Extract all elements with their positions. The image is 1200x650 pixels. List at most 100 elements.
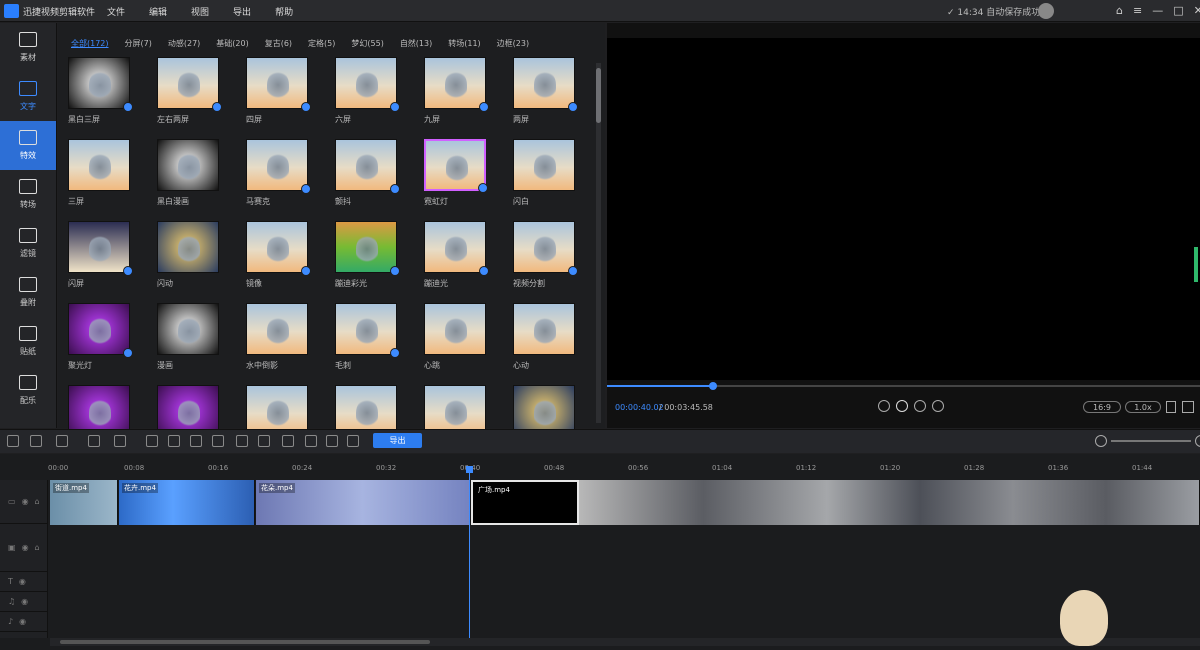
download-icon[interactable]: [212, 102, 222, 112]
effect-item[interactable]: 漫画: [157, 303, 246, 380]
effect-item[interactable]: 聚光灯: [68, 303, 157, 380]
effect-item[interactable]: 蹦迪光: [424, 221, 513, 298]
playback-speed-select[interactable]: 1.0x: [1125, 401, 1161, 413]
effects-scrollbar-thumb[interactable]: [596, 68, 601, 123]
effect-item[interactable]: 闪屏: [68, 221, 157, 298]
effect-item[interactable]: 水中倒影: [246, 303, 335, 380]
download-icon[interactable]: [568, 102, 578, 112]
zoom-slider[interactable]: [1111, 440, 1191, 442]
menu-export[interactable]: 导出: [233, 5, 251, 18]
video-track[interactable]: 街道.mp4 花卉.mp4 花朵.mp4 广场.mp4: [50, 480, 1200, 525]
fullscreen-icon[interactable]: [1182, 401, 1194, 413]
sidebar-item-sticker[interactable]: 贴纸: [0, 317, 56, 366]
speed-icon[interactable]: [236, 435, 248, 447]
tab-nature[interactable]: 自然(13): [400, 38, 432, 49]
previous-icon[interactable]: [878, 400, 890, 412]
sidebar-item-text[interactable]: 文字: [0, 72, 56, 121]
download-icon[interactable]: [301, 184, 311, 194]
sidebar-item-effects[interactable]: 特效: [0, 121, 56, 170]
export-button[interactable]: 导出: [373, 433, 422, 448]
effect-item[interactable]: 颤抖: [335, 139, 424, 216]
maximize-icon[interactable]: □: [1173, 4, 1183, 17]
close-icon[interactable]: ✕: [1194, 4, 1200, 17]
stop-icon[interactable]: [932, 400, 944, 412]
timeline-ruler[interactable]: 00:00 00:08 00:16 00:24 00:32 00:40 00:4…: [48, 464, 1198, 476]
lock-icon[interactable]: ⌂: [35, 543, 40, 552]
tab-split[interactable]: 分屏(7): [125, 38, 152, 49]
playhead-line[interactable]: [469, 470, 470, 640]
sidebar-item-music[interactable]: 配乐: [0, 366, 56, 415]
lock-icon[interactable]: ⌂: [35, 497, 40, 506]
download-icon[interactable]: [301, 266, 311, 276]
effect-item[interactable]: 心跳: [424, 303, 513, 380]
effect-item[interactable]: 三屏: [68, 139, 157, 216]
timeline-clip[interactable]: 花卉.mp4: [119, 480, 255, 525]
mosaic-icon[interactable]: [190, 435, 202, 447]
tab-freeze[interactable]: 定格(5): [308, 38, 335, 49]
tab-transition[interactable]: 转场(11): [448, 38, 480, 49]
visibility-icon[interactable]: ◉: [22, 543, 29, 552]
preview-progress-knob[interactable]: [709, 382, 717, 390]
effect-item[interactable]: 黑白漫画: [157, 139, 246, 216]
aspect-ratio-select[interactable]: 16:9: [1083, 401, 1121, 413]
sidebar-item-overlay[interactable]: 叠附: [0, 268, 56, 317]
redo-icon[interactable]: [30, 435, 42, 447]
marker-icon[interactable]: [347, 435, 359, 447]
timeline-clip[interactable]: [579, 480, 1200, 525]
visibility-icon[interactable]: ◉: [22, 497, 29, 506]
voice-icon[interactable]: [305, 435, 317, 447]
minimize-icon[interactable]: —: [1152, 4, 1163, 17]
tab-dream[interactable]: 梦幻(55): [351, 38, 383, 49]
effect-item[interactable]: 心动: [513, 303, 602, 380]
audio-icon[interactable]: [212, 435, 224, 447]
tab-retro[interactable]: 复古(6): [265, 38, 292, 49]
effect-item[interactable]: 六屏: [335, 57, 424, 134]
mascot-avatar[interactable]: [1060, 590, 1108, 646]
menu-help[interactable]: 帮助: [275, 5, 293, 18]
download-icon[interactable]: [123, 348, 133, 358]
effect-item[interactable]: 闪白: [513, 139, 602, 216]
timeline-clip[interactable]: 广场.mp4: [471, 480, 579, 525]
effect-item[interactable]: 镜像: [246, 221, 335, 298]
download-icon[interactable]: [479, 266, 489, 276]
user-avatar[interactable]: [1038, 3, 1054, 19]
effect-item[interactable]: 蹦迪彩光: [335, 221, 424, 298]
freeze-icon[interactable]: [326, 435, 338, 447]
next-icon[interactable]: [914, 400, 926, 412]
visibility-icon[interactable]: ◉: [21, 597, 28, 606]
tab-basic[interactable]: 基础(20): [216, 38, 248, 49]
menu-view[interactable]: 视图: [191, 5, 209, 18]
timeline-clip[interactable]: 花朵.mp4: [256, 480, 470, 525]
effect-item[interactable]: 霓虹灯: [424, 139, 513, 216]
download-icon[interactable]: [479, 102, 489, 112]
effect-item[interactable]: 九屏: [424, 57, 513, 134]
zoom-out-icon[interactable]: [1095, 435, 1107, 447]
visibility-icon[interactable]: ◉: [19, 617, 26, 626]
tab-dynamic[interactable]: 动感(27): [168, 38, 200, 49]
record-icon[interactable]: [258, 435, 270, 447]
menu-edit[interactable]: 编辑: [149, 5, 167, 18]
download-icon[interactable]: [123, 266, 133, 276]
download-icon[interactable]: [123, 102, 133, 112]
effect-item[interactable]: 四屏: [246, 57, 335, 134]
effect-item[interactable]: 左右两屏: [157, 57, 246, 134]
playhead-handle[interactable]: [466, 466, 473, 473]
effect-item[interactable]: 马赛克: [246, 139, 335, 216]
zoom-in-icon[interactable]: [1195, 435, 1200, 447]
timeline-clip[interactable]: 街道.mp4: [50, 480, 118, 525]
download-icon[interactable]: [478, 183, 488, 193]
download-icon[interactable]: [301, 102, 311, 112]
sidebar-item-filter[interactable]: 滤镜: [0, 219, 56, 268]
effect-item[interactable]: 黑白三屏: [68, 57, 157, 134]
menu-file[interactable]: 文件: [107, 5, 125, 18]
play-icon[interactable]: [896, 400, 908, 412]
download-icon[interactable]: [390, 102, 400, 112]
edit-icon[interactable]: [88, 435, 100, 447]
cut-icon[interactable]: [114, 435, 126, 447]
delete-icon[interactable]: [56, 435, 68, 447]
sidebar-item-media[interactable]: 素材: [0, 23, 56, 72]
menu-icon[interactable]: ≡: [1133, 4, 1142, 17]
undo-icon[interactable]: [7, 435, 19, 447]
effect-item[interactable]: 毛刺: [335, 303, 424, 380]
visibility-icon[interactable]: ◉: [19, 577, 26, 586]
